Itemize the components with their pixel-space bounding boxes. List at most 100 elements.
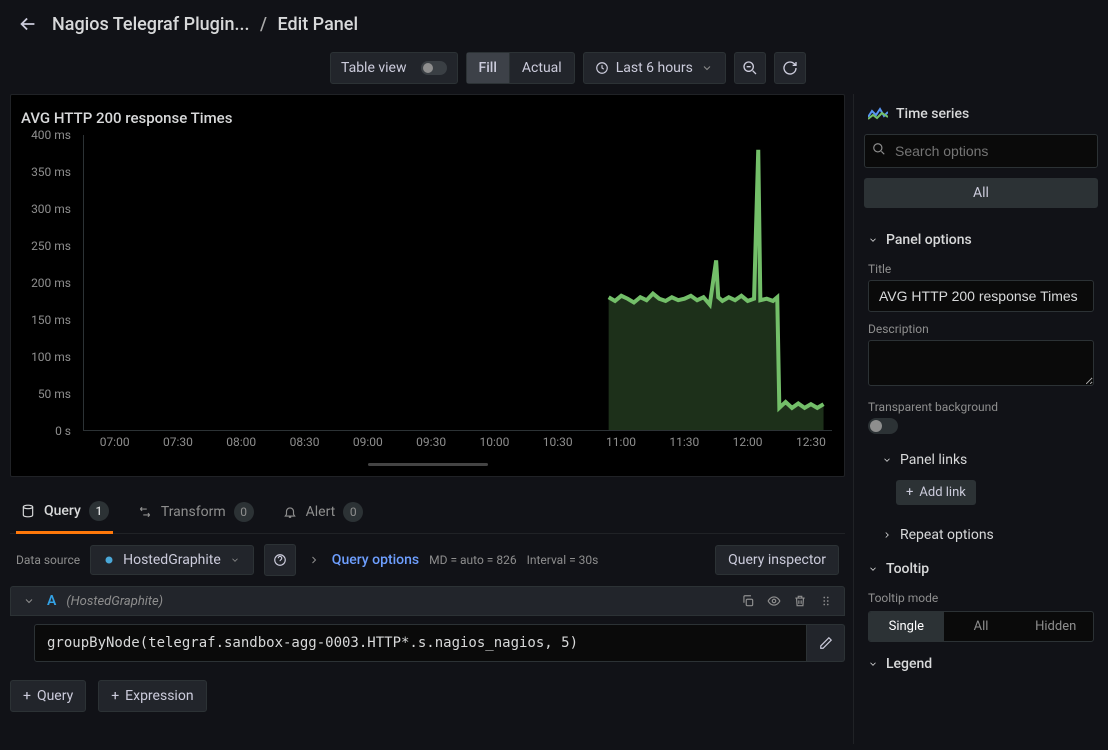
tooltip-section[interactable]: Tooltip: [868, 557, 1094, 581]
panel-links-section[interactable]: Panel links: [882, 448, 1094, 472]
chevron-down-icon: [868, 235, 878, 245]
tooltip-mode-all[interactable]: All: [944, 612, 1019, 641]
y-tick: 0 s: [55, 424, 71, 438]
options-search-input[interactable]: [864, 134, 1098, 168]
timeseries-icon: [868, 107, 886, 121]
y-tick: 50 ms: [38, 387, 71, 401]
query-ref-id[interactable]: A: [47, 593, 56, 609]
add-query-button[interactable]: + Query: [10, 680, 86, 712]
viz-type-picker[interactable]: Time series: [854, 94, 1108, 134]
query-count-badge: 1: [89, 501, 109, 521]
query-ds-name: (HostedGraphite): [66, 594, 163, 609]
query-options-toggle[interactable]: Query options: [332, 552, 419, 568]
refresh-button[interactable]: [774, 52, 806, 84]
description-field-label: Description: [868, 322, 1094, 336]
tab-query[interactable]: Query 1: [16, 493, 113, 534]
plus-icon: +: [23, 688, 31, 704]
breadcrumb: Nagios Telegraf Plugin... / Edit Panel: [52, 14, 358, 35]
breadcrumb-page: Edit Panel: [277, 14, 358, 35]
all-tab-button[interactable]: All: [864, 178, 1098, 208]
panel-options-section[interactable]: Panel options: [868, 228, 1094, 252]
plus-icon: +: [111, 688, 119, 704]
transform-icon: [137, 504, 153, 520]
query-inspector-button[interactable]: Query inspector: [715, 545, 839, 575]
scroll-indicator[interactable]: [368, 463, 488, 466]
title-field-label: Title: [868, 262, 1094, 276]
alert-count-badge: 0: [343, 502, 363, 522]
tab-alert[interactable]: Alert 0: [278, 493, 368, 533]
drag-handle-icon[interactable]: [818, 593, 834, 609]
chart[interactable]: 0 s50 ms100 ms150 ms200 ms250 ms300 ms35…: [19, 135, 836, 455]
copy-icon[interactable]: [740, 593, 756, 609]
fill-actual-toggle: Fill Actual: [466, 52, 575, 84]
viz-type-label: Time series: [896, 106, 969, 122]
x-tick: 12:00: [733, 435, 763, 449]
x-tick: 08:00: [226, 435, 256, 449]
trash-icon[interactable]: [792, 593, 808, 609]
back-button[interactable]: [16, 12, 40, 36]
toggle-off-icon: [421, 61, 447, 75]
breadcrumb-sep: /: [260, 14, 267, 35]
md-hint: MD = auto = 826: [429, 553, 516, 567]
add-link-button[interactable]: + Add link: [896, 480, 976, 505]
zoom-out-button[interactable]: [734, 52, 766, 84]
chevron-down-icon: [227, 552, 243, 568]
chevron-down-icon: [699, 60, 715, 76]
breadcrumb-dashboard[interactable]: Nagios Telegraf Plugin...: [52, 14, 249, 35]
database-icon: [20, 503, 36, 519]
x-tick: 09:00: [353, 435, 383, 449]
x-tick: 07:00: [100, 435, 130, 449]
plus-icon: +: [906, 485, 913, 500]
tooltip-mode-hidden[interactable]: Hidden: [1018, 612, 1093, 641]
x-tick: 10:00: [479, 435, 509, 449]
y-tick: 150 ms: [31, 313, 71, 327]
legend-section[interactable]: Legend: [868, 652, 1094, 676]
chevron-right-icon: [882, 530, 892, 540]
tooltip-mode-label: Tooltip mode: [868, 591, 1094, 605]
y-tick: 250 ms: [31, 239, 71, 253]
graphite-icon: [101, 552, 117, 568]
ds-help-button[interactable]: [264, 544, 296, 576]
x-tick: 10:30: [543, 435, 573, 449]
chevron-right-icon[interactable]: [306, 552, 322, 568]
tooltip-mode-single[interactable]: Single: [869, 612, 944, 641]
y-tick: 300 ms: [31, 202, 71, 216]
tooltip-mode-group: SingleAllHidden: [868, 611, 1094, 642]
tab-transform[interactable]: Transform 0: [133, 493, 258, 533]
interval-hint: Interval = 30s: [527, 553, 599, 567]
x-tick: 11:00: [606, 435, 636, 449]
y-tick: 200 ms: [31, 276, 71, 290]
actual-option[interactable]: Actual: [509, 53, 574, 83]
table-view-label: Table view: [341, 60, 407, 76]
x-tick: 08:30: [290, 435, 320, 449]
panel-description-input[interactable]: [868, 340, 1094, 386]
repeat-options-section[interactable]: Repeat options: [882, 523, 1094, 547]
chevron-down-icon[interactable]: [21, 593, 37, 609]
fill-option[interactable]: Fill: [467, 53, 509, 83]
time-range-label: Last 6 hours: [616, 60, 693, 76]
query-tabs: Query 1 Transform 0 Alert 0: [10, 487, 845, 534]
chevron-down-icon: [882, 455, 892, 465]
query-text-input[interactable]: groupByNode(telegraf.sandbox-agg-0003.HT…: [34, 624, 807, 662]
search-icon: [872, 142, 886, 156]
x-tick: 09:30: [416, 435, 446, 449]
x-tick: 07:30: [163, 435, 193, 449]
panel-title: AVG HTTP 200 response Times: [21, 109, 834, 127]
panel-title-input[interactable]: [868, 280, 1094, 312]
datasource-select[interactable]: HostedGraphite: [90, 545, 254, 575]
query-edit-button[interactable]: [807, 624, 845, 662]
time-range-picker[interactable]: Last 6 hours: [583, 52, 726, 84]
y-tick: 400 ms: [31, 128, 71, 142]
clock-icon: [594, 60, 610, 76]
transparent-bg-toggle[interactable]: [868, 418, 898, 434]
query-row-header: A (HostedGraphite): [10, 586, 845, 616]
transform-count-badge: 0: [234, 502, 254, 522]
add-expression-button[interactable]: + Expression: [98, 680, 206, 712]
chevron-down-icon: [868, 659, 878, 669]
bell-icon: [282, 504, 298, 520]
transparent-bg-label: Transparent background: [868, 400, 1094, 414]
x-tick: 11:30: [669, 435, 699, 449]
ds-label: Data source: [16, 553, 80, 567]
eye-icon[interactable]: [766, 593, 782, 609]
table-view-toggle[interactable]: Table view: [330, 52, 458, 84]
